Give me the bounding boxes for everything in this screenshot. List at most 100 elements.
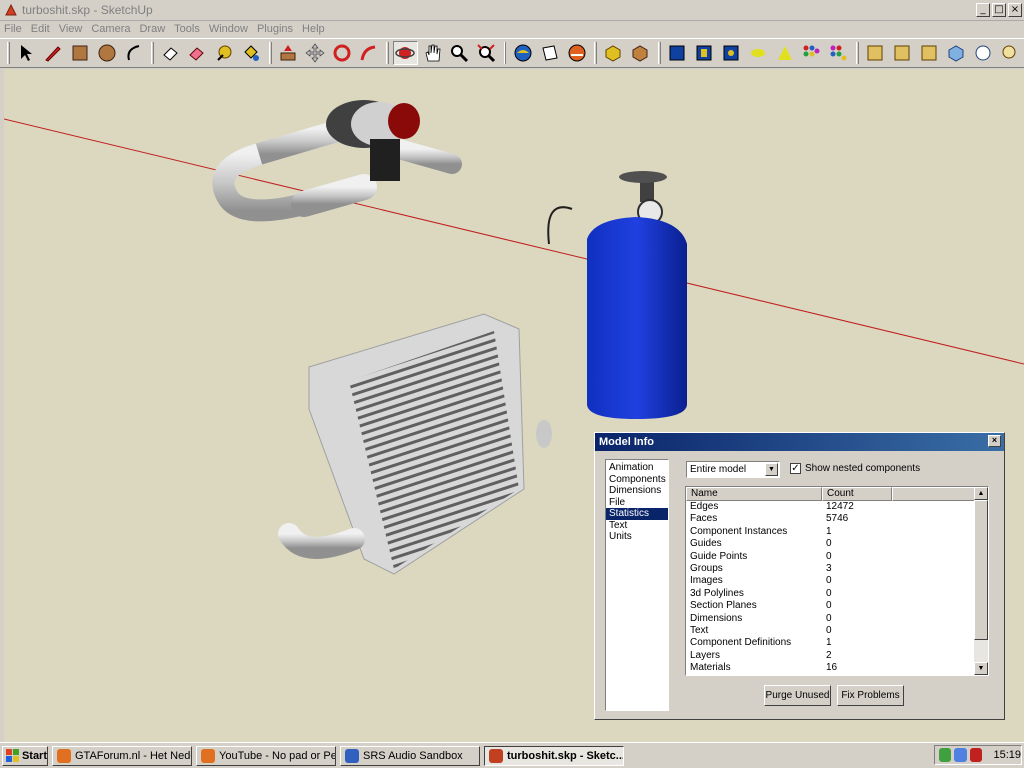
taskbar-task[interactable]: turboshit.skp - Sketc... (484, 745, 624, 766)
stat-count: 0 (826, 624, 832, 636)
windows-logo-icon (6, 749, 19, 762)
fix-problems-button[interactable]: Fix Problems (837, 685, 904, 706)
column-count-header[interactable]: Count (822, 487, 892, 501)
nested-components-checkbox[interactable]: ✓ (790, 463, 801, 474)
paint-eraser-icon[interactable] (185, 41, 210, 65)
system-tray: 15:19 (934, 745, 1022, 765)
table-row[interactable]: Dimensions 0 (686, 613, 988, 625)
camera-icon[interactable] (718, 41, 743, 65)
materials-icon[interactable] (826, 41, 851, 65)
chevron-down-icon[interactable]: ▼ (765, 463, 778, 476)
table-row[interactable]: Guides 0 (686, 538, 988, 550)
taskbar-task[interactable]: YouTube - No pad or Pen... (196, 745, 336, 766)
minimize-button[interactable]: _ (976, 3, 990, 17)
pencil-icon[interactable] (41, 41, 66, 65)
bulb-plugin-icon[interactable] (997, 41, 1022, 65)
shadows-icon[interactable] (564, 41, 589, 65)
menu-plugins[interactable]: Plugins (257, 23, 293, 35)
turbo-model (212, 100, 462, 222)
menu-window[interactable]: Window (209, 23, 248, 35)
task-app-icon (201, 748, 215, 763)
table-row[interactable]: Groups 3 (686, 563, 988, 575)
layer-icon[interactable] (665, 41, 690, 65)
table-row[interactable]: Component Instances 1 (686, 526, 988, 538)
component-icon[interactable] (601, 41, 626, 65)
category-file[interactable]: File (606, 497, 668, 509)
scope-dropdown[interactable]: Entire model ▼ (686, 461, 780, 478)
table-scrollbar[interactable]: ▲ ▼ (974, 487, 988, 675)
triangle-icon[interactable] (772, 41, 797, 65)
window-title: turboshit.skp - SketchUp (22, 3, 153, 17)
zoom-icon[interactable] (447, 41, 472, 65)
menu-view[interactable]: View (59, 23, 83, 35)
rectangle-icon[interactable] (68, 41, 93, 65)
group-icon[interactable] (628, 41, 653, 65)
plugin-f-icon[interactable] (916, 41, 941, 65)
pan-icon[interactable] (420, 41, 445, 65)
clock-plugin-icon[interactable] (970, 41, 995, 65)
audio-tray-icon[interactable] (954, 748, 967, 762)
start-button[interactable]: Start (2, 745, 48, 766)
category-statistics[interactable]: Statistics (606, 508, 668, 520)
stat-name: Text (690, 624, 709, 636)
stat-name: Guides (690, 538, 722, 550)
standard-views-icon[interactable] (510, 41, 535, 65)
menu-file[interactable]: File (4, 23, 22, 35)
category-units[interactable]: Units (606, 531, 668, 543)
table-row[interactable]: Guide Points 0 (686, 551, 988, 563)
orbit-icon[interactable] (392, 41, 418, 65)
category-dimensions[interactable]: Dimensions (606, 485, 668, 497)
zoom-extents-icon[interactable] (474, 41, 499, 65)
column-name-header[interactable]: Name (686, 487, 822, 501)
circle-icon[interactable] (95, 41, 120, 65)
section-icon[interactable] (537, 41, 562, 65)
plugin-m-icon[interactable] (863, 41, 888, 65)
table-row[interactable]: Faces 5746 (686, 513, 988, 525)
category-animation[interactable]: Animation (606, 462, 668, 474)
scroll-thumb[interactable] (974, 500, 988, 640)
film-icon[interactable] (692, 41, 717, 65)
scroll-up-icon[interactable]: ▲ (974, 487, 988, 500)
table-row[interactable]: Section Planes 0 (686, 600, 988, 612)
table-row[interactable]: Layers 2 (686, 650, 988, 662)
lightbulb-icon[interactable] (745, 41, 770, 65)
menu-help[interactable]: Help (302, 23, 325, 35)
mail-tray-icon[interactable] (969, 748, 983, 762)
eraser-icon[interactable] (158, 41, 183, 65)
table-row[interactable]: Text 0 (686, 625, 988, 637)
table-row[interactable]: 3d Polylines 0 (686, 588, 988, 600)
move-icon[interactable] (302, 41, 327, 65)
close-button[interactable]: × (1008, 3, 1022, 17)
select-tool-icon[interactable] (14, 41, 39, 65)
menu-tools[interactable]: Tools (174, 23, 200, 35)
taskbar-task[interactable]: GTAForum.nl - Het Nederl... (52, 745, 192, 766)
menu-camera[interactable]: Camera (91, 23, 130, 35)
model-info-dialog: Model Info × Animation Components Dimens… (594, 432, 1005, 720)
maximize-button[interactable]: □ (992, 3, 1006, 17)
dialog-close-button[interactable]: × (988, 435, 1001, 447)
scroll-down-icon[interactable]: ▼ (974, 662, 988, 675)
dialog-title-bar[interactable]: Model Info × (595, 433, 1004, 451)
taskbar-task[interactable]: SRS Audio Sandbox (340, 745, 480, 766)
box-icon[interactable] (943, 41, 968, 65)
category-text[interactable]: Text (606, 520, 668, 532)
purge-unused-button[interactable]: Purge Unused (764, 685, 831, 706)
table-row[interactable]: Images 0 (686, 575, 988, 587)
plugin-g-icon[interactable] (890, 41, 915, 65)
tape-measure-icon[interactable] (212, 41, 237, 65)
follow-me-icon[interactable] (356, 41, 381, 65)
menu-draw[interactable]: Draw (139, 23, 165, 35)
table-row[interactable]: Component Definitions 1 (686, 637, 988, 649)
menu-edit[interactable]: Edit (31, 23, 50, 35)
arc-icon[interactable] (121, 41, 146, 65)
rotate-icon[interactable] (329, 41, 354, 65)
paint-bucket-icon[interactable] (239, 41, 264, 65)
table-row[interactable]: Materials 16 (686, 662, 988, 674)
toolbar-grip[interactable] (7, 42, 10, 64)
category-components[interactable]: Components (606, 474, 668, 486)
network-tray-icon[interactable] (939, 748, 952, 762)
table-row[interactable]: Edges 12472 (686, 501, 988, 513)
colors-icon[interactable] (799, 41, 824, 65)
task-app-icon (57, 748, 71, 763)
push-pull-icon[interactable] (276, 41, 301, 65)
